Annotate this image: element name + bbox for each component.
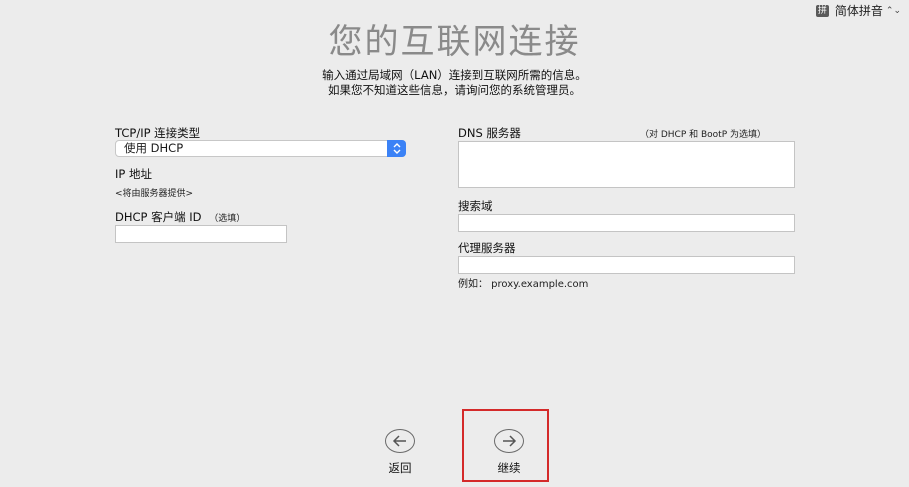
- dhcp-client-id-label-text: DHCP 客户端 ID: [115, 210, 202, 224]
- back-button[interactable]: 返回: [380, 429, 420, 476]
- dns-server-label: DNS 服务器: [458, 126, 521, 140]
- conn-type-select[interactable]: 使用 DHCP: [115, 140, 406, 157]
- proxy-example-hint: 例如： proxy.example.com: [458, 279, 589, 290]
- dhcp-client-id-label: DHCP 客户端 ID （选填）: [115, 209, 245, 225]
- proxy-server-label: 代理服务器: [458, 241, 516, 255]
- arrow-left-icon: [385, 429, 415, 453]
- search-domain-label: 搜索域: [458, 199, 493, 213]
- back-label: 返回: [388, 461, 412, 475]
- conn-type-label: TCP/IP 连接类型: [115, 126, 201, 140]
- subtitle-line-1: 输入通过局域网（LAN）连接到互联网所需的信息。: [322, 68, 587, 82]
- search-domain-field[interactable]: [458, 214, 795, 232]
- subtitle-line-2: 如果您不知道这些信息，请询问您的系统管理员。: [328, 83, 581, 97]
- select-arrows-icon: [387, 140, 406, 157]
- conn-type-value: 使用 DHCP: [124, 141, 184, 155]
- ip-address-value: <将由服务器提供>: [115, 189, 194, 199]
- dns-server-field[interactable]: [458, 141, 795, 188]
- dhcp-optional-hint: （选填）: [209, 214, 246, 224]
- page-subtitle: 输入通过局域网（LAN）连接到互联网所需的信息。 如果您不知道这些信息，请询问您…: [0, 68, 909, 98]
- page-title: 您的互联网连接: [328, 22, 581, 62]
- proxy-server-field[interactable]: [458, 256, 795, 274]
- ip-address-label: IP 地址: [115, 167, 152, 181]
- dns-server-hint: （对 DHCP 和 BootP 为选填）: [640, 130, 766, 140]
- dhcp-client-id-field[interactable]: [115, 225, 287, 243]
- continue-highlight-box: [462, 409, 549, 482]
